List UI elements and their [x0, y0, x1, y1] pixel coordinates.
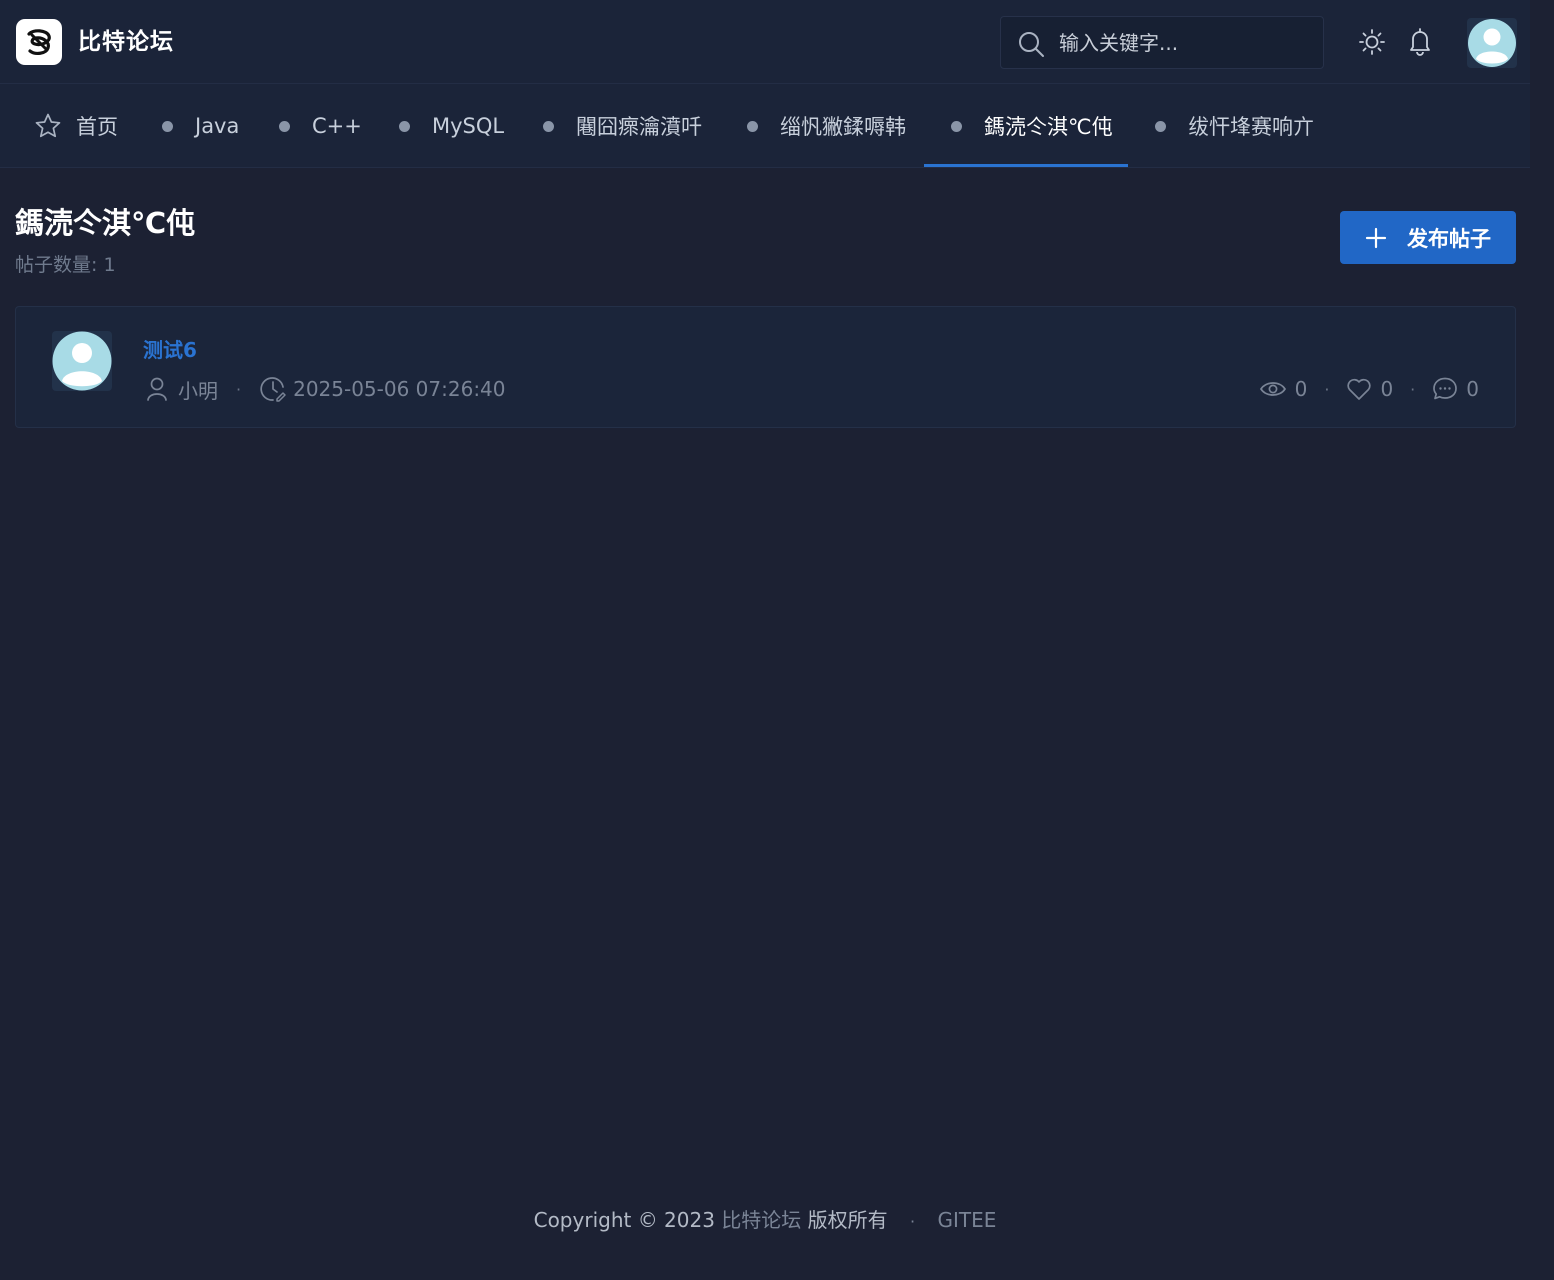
dot-icon [162, 120, 173, 132]
dot-icon [747, 120, 758, 132]
nav-item-category-7[interactable]: 绂忓埄赛响亣 [1155, 84, 1314, 168]
author-avatar[interactable] [52, 331, 112, 391]
nav-item-label: MySQL [432, 114, 505, 138]
user-icon [146, 376, 168, 402]
nav-item-label: Java [195, 114, 240, 138]
top-header: 比特论坛 [0, 0, 1530, 84]
separator: · [910, 1212, 916, 1231]
post-card[interactable]: 测试6 小明 · 2025-05-06 07:26:40 0 · 0 · 0 [15, 306, 1516, 428]
dot-icon [1155, 120, 1166, 132]
post-meta-left: 小明 · 2025-05-06 07:26:40 [146, 373, 506, 405]
logo-icon[interactable] [16, 19, 62, 65]
gitee-link[interactable]: GITEE [937, 1208, 996, 1232]
nav-item-category-5[interactable]: 缁忛獙鍒嗕韩 [747, 84, 906, 168]
brand-name[interactable]: 比特论坛 [78, 28, 174, 56]
dot-icon [279, 120, 290, 132]
user-avatar[interactable] [1467, 18, 1517, 68]
theme-toggle-icon[interactable] [1358, 28, 1386, 60]
separator: · [236, 379, 242, 399]
nav-item-label: C++ [312, 114, 362, 138]
publish-post-label: 发布帖子 [1407, 226, 1491, 251]
view-count: 0 [1294, 377, 1308, 401]
category-nav: 首页 Java C++ MySQL 闀囧瘝瀹濆吀 缁忛獙鍒嗕韩 鎷涜仒淇℃伅 绂… [0, 84, 1530, 168]
nav-item-label: 鎷涜仒淇℃伅 [984, 115, 1113, 139]
post-title-link[interactable]: 测试6 [143, 334, 197, 363]
nav-item-java[interactable]: Java [162, 84, 239, 168]
post-stats: 0 · 0 · 0 [1259, 373, 1479, 405]
nav-item-label: 绂忓埄赛响亣 [1188, 115, 1314, 139]
publish-post-button[interactable]: 发布帖子 [1340, 211, 1516, 264]
heart-icon[interactable] [1346, 377, 1372, 401]
separator: · [1410, 379, 1416, 399]
nav-item-label: 闀囧瘝瀹濆吀 [576, 115, 702, 139]
post-time: 2025-05-06 07:26:40 [293, 377, 506, 401]
bell-icon[interactable] [1406, 27, 1434, 61]
dot-icon [951, 120, 962, 132]
post-count: 帖子数量: 1 [15, 254, 116, 276]
copyright-text: Copyright © 2023 [533, 1208, 715, 1232]
board-title: 鎷涜仒淇℃伅 [15, 206, 196, 240]
star-icon [34, 112, 62, 140]
comment-icon[interactable] [1432, 376, 1458, 402]
dot-icon [399, 120, 410, 132]
footer-site-link[interactable]: 比特论坛 [721, 1208, 801, 1232]
nav-item-category-6[interactable]: 鎷涜仒淇℃伅 [951, 84, 1113, 168]
dot-icon [543, 120, 554, 132]
forum-page: 比特论坛 输入关键字... 首页 Java C++ MySQL 闀囧瘝瀹濆吀 缁… [0, 0, 1554, 1280]
clock-icon [259, 375, 287, 403]
like-count: 0 [1380, 377, 1394, 401]
eye-icon [1259, 378, 1287, 400]
nav-item-category-4[interactable]: 闀囧瘝瀹濆吀 [543, 84, 702, 168]
nav-item-cpp[interactable]: C++ [279, 84, 362, 168]
nav-item-label: 缁忛獙鍒嗕韩 [780, 115, 906, 139]
separator: · [1324, 379, 1330, 399]
nav-item-mysql[interactable]: MySQL [399, 84, 504, 168]
plus-icon [1365, 227, 1387, 249]
rights-text: 版权所有 [807, 1208, 888, 1232]
search-icon[interactable] [1017, 30, 1045, 62]
post-author[interactable]: 小明 [178, 375, 218, 404]
search-box[interactable] [1000, 16, 1324, 69]
comment-count: 0 [1466, 377, 1479, 401]
nav-item-home[interactable]: 首页 [34, 84, 118, 168]
active-tab-indicator [924, 164, 1128, 167]
search-input[interactable] [1059, 29, 1309, 57]
page-footer: Copyright © 2023 比特论坛 版权所有 · GITEE [0, 1204, 1530, 1233]
nav-item-label: 首页 [76, 115, 118, 139]
